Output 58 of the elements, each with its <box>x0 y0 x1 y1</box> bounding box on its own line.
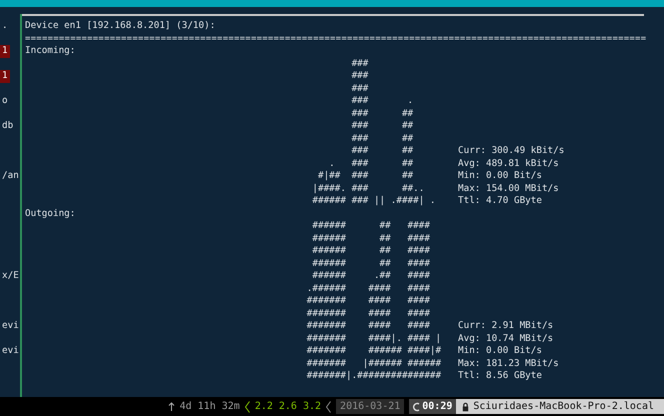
up-arrow-icon <box>168 402 175 412</box>
graph-row-text: ####### #### #### <box>306 308 431 320</box>
stat-line: Max: 154.00 MBit/s <box>458 182 559 195</box>
date-text: 2016-03-21 <box>336 399 404 414</box>
graph-row-text: ###### ## #### <box>311 258 431 270</box>
device-title: Device en1 [192.168.8.201] (3/10): <box>25 20 216 32</box>
graph-row-text: ###### ### || .####| . <box>311 195 437 208</box>
graph-row-text: ###### ## #### <box>311 232 431 245</box>
graph-row-text: ###### ## #### <box>311 220 431 232</box>
graph-row-text: .###### #### #### <box>306 282 431 295</box>
pane-text: db <box>1 120 14 132</box>
graph-row-text: ### ## <box>350 132 414 145</box>
hostname-text: Sciuridaes-MacBook-Pro-2.local <box>473 401 654 412</box>
uptime-text: 4d 11h 32m <box>180 401 240 412</box>
stat-line: Curr: 2.91 MBit/s <box>458 320 554 332</box>
stat-line: Ttl: 4.70 GByte <box>458 195 542 208</box>
graph-row-text: #######|.############### <box>306 370 442 382</box>
pane-text: 1 <box>0 70 10 82</box>
pane-text: 1 <box>0 45 10 58</box>
stat-line: Min: 0.00 Bit/s <box>458 345 542 358</box>
graph-row-text: ### <box>350 82 370 95</box>
pane-text: . <box>1 20 9 32</box>
graph-row-text: ### . <box>350 95 414 108</box>
pane-text: /an <box>1 170 20 182</box>
graph-row-text: ####### |###### ###### <box>306 358 442 370</box>
stat-line: Avg: 489.81 kBit/s <box>458 158 559 170</box>
section-label: Incoming: <box>25 45 76 58</box>
graph-row-text: ### ## <box>350 145 414 158</box>
load-text: 2.2 2.6 3.2 <box>254 401 322 412</box>
stat-line: Max: 181.23 MBit/s <box>458 358 559 370</box>
graph-row-text: ####### #### #### <box>306 295 431 308</box>
graph-row-text: ###### ## #### <box>311 245 431 258</box>
stat-line: Curr: 300.49 kBit/s <box>458 145 564 158</box>
separator-line: ============================================================================================================== <box>25 32 646 45</box>
chevron-icon <box>326 400 332 412</box>
time-text: 00:29 <box>422 401 452 412</box>
stat-line: Avg: 10.74 MBit/s <box>458 332 554 345</box>
pane-text: evi <box>1 320 20 332</box>
graph-row-text: ### ## <box>350 120 414 132</box>
pane-text: evi <box>1 345 20 358</box>
graph-row-text: ### <box>350 58 370 70</box>
pane-text: x/E <box>1 270 20 282</box>
pane-text: o <box>1 95 9 108</box>
graph-row-text: |####. ### ##.. <box>311 182 426 195</box>
graph-row-text: ####### ###### ####|# <box>306 345 442 358</box>
graph-row-text: ### <box>350 70 370 82</box>
section-label: Outgoing: <box>25 208 76 220</box>
chevron-icon <box>244 400 250 412</box>
lock-icon <box>462 402 470 412</box>
graph-row-text: ####### #### #### <box>306 320 431 332</box>
graph-row-text: ####### ####|. #### | <box>306 332 442 345</box>
graph-row-text: ### ## <box>350 108 414 120</box>
stat-line: Ttl: 8.56 GByte <box>458 370 542 382</box>
graph-row-text: . ### ## <box>328 158 414 170</box>
stat-line: Min: 0.00 Bit/s <box>458 170 542 182</box>
arc-icon <box>413 402 420 412</box>
graph-row-text: #|## ### ## <box>316 170 414 182</box>
graph-row-text: ###### .## #### <box>311 270 431 282</box>
